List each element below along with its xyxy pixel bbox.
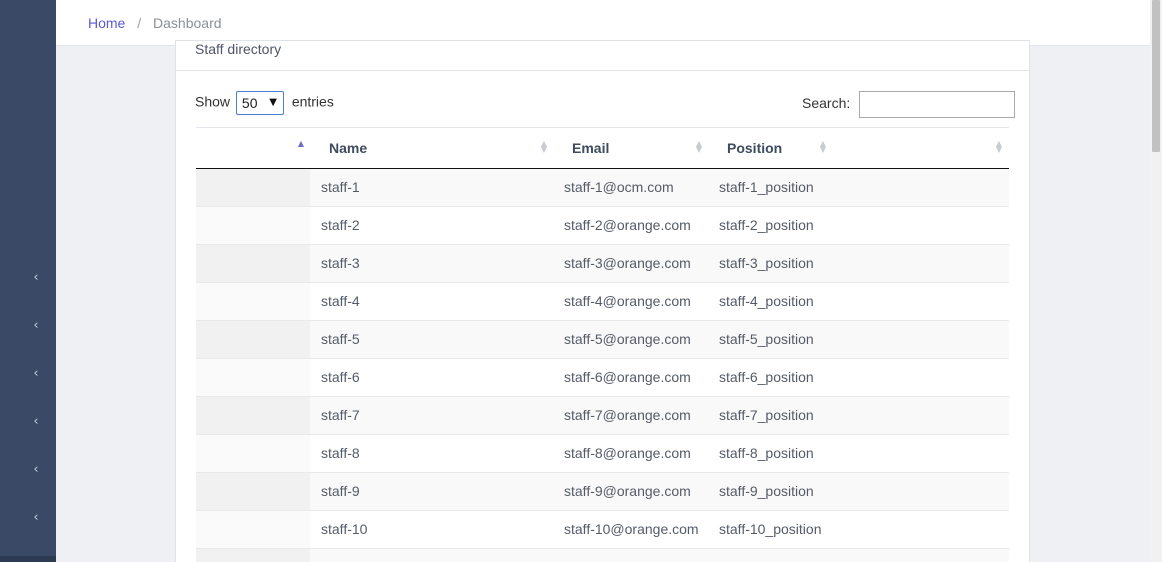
table-cell-name: staff-8 bbox=[321, 445, 360, 461]
table-cell-name: staff-10 bbox=[321, 521, 368, 537]
table-cell-email: staff-8@orange.com bbox=[564, 445, 691, 461]
page-scrollbar-thumb[interactable] bbox=[1152, 0, 1160, 152]
table-cell-name: staff-1 bbox=[321, 179, 360, 195]
table-row[interactable]: staff-8 staff-8@orange.com staff-8_positio… bbox=[196, 435, 1009, 473]
sort-both-icon[interactable]: ▲ ▼ bbox=[539, 140, 549, 155]
column-header-email[interactable]: Email bbox=[572, 128, 692, 169]
column-header-select[interactable] bbox=[196, 128, 310, 169]
table-cell-email: staff-4@orange.com bbox=[564, 293, 691, 309]
entries-label: entries bbox=[291, 93, 334, 110]
entries-select-value: 50 bbox=[241, 95, 258, 111]
sort-both-icon[interactable]: ▲ ▼ bbox=[994, 140, 1004, 155]
chevron-left-icon[interactable]: ‹ bbox=[30, 271, 42, 284]
table-row[interactable]: staff-10 staff-10@orange.com staff-10_posi… bbox=[196, 511, 1009, 549]
table-cell-position: staff-1_position bbox=[719, 179, 814, 195]
table-cell-email: staff-10@orange.com bbox=[564, 521, 699, 537]
search-input[interactable] bbox=[859, 91, 1016, 118]
entries-select[interactable]: 50 ▼ bbox=[235, 91, 284, 115]
column-header-name[interactable]: Name bbox=[329, 128, 549, 169]
table-cell-select bbox=[196, 511, 310, 548]
sort-both-icon[interactable]: ▲ ▼ bbox=[818, 140, 828, 155]
table-cell-position: staff-2_position bbox=[719, 217, 814, 233]
breadcrumb: Home / Dashboard bbox=[88, 15, 222, 31]
breadcrumb-home-link[interactable]: Home bbox=[88, 15, 125, 31]
table-cell-select bbox=[196, 245, 310, 282]
table-cell-position: staff-7_position bbox=[719, 407, 814, 423]
breadcrumb-current: Dashboard bbox=[153, 15, 222, 31]
search-control: Search: bbox=[802, 91, 1016, 118]
chevron-left-icon[interactable]: ‹ bbox=[30, 463, 42, 476]
table-cell-name: staff-2 bbox=[321, 217, 360, 233]
card-header: Staff directory bbox=[176, 41, 1029, 71]
chevron-left-icon[interactable]: ‹ bbox=[30, 415, 42, 428]
column-header-position[interactable]: Position bbox=[727, 128, 827, 169]
table-cell-name: staff-6 bbox=[321, 369, 360, 385]
table-row[interactable]: staff-9 staff-9@orange.com staff-9_positio… bbox=[196, 473, 1009, 511]
table-cell-select bbox=[196, 473, 310, 510]
table-row[interactable]: staff-6 staff-6@orange.com staff-6_positio… bbox=[196, 359, 1009, 397]
table-cell-name: staff-9 bbox=[321, 483, 360, 499]
table-row[interactable]: staff-2 staff-2@orange.com staff-2_positio… bbox=[196, 207, 1009, 245]
sidebar: ‹ ‹ ‹ ‹ ‹ ‹ bbox=[0, 0, 56, 562]
table-cell-email: staff-9@orange.com bbox=[564, 483, 691, 499]
table-row[interactable] bbox=[196, 549, 1009, 562]
search-label: Search: bbox=[802, 95, 851, 112]
chevron-left-icon[interactable]: ‹ bbox=[30, 511, 42, 524]
sort-both-icon[interactable]: ▲ ▼ bbox=[694, 140, 704, 155]
table-cell-select bbox=[196, 321, 310, 358]
card-title: Staff directory bbox=[195, 41, 282, 57]
table-cell-email: staff-7@orange.com bbox=[564, 407, 691, 423]
table-cell-select bbox=[196, 397, 310, 434]
sort-asc-icon[interactable]: ▲ bbox=[296, 140, 306, 155]
table-cell-name: staff-5 bbox=[321, 331, 360, 347]
table-cell-position: staff-4_position bbox=[719, 293, 814, 309]
table-cell-email: staff-3@orange.com bbox=[564, 255, 691, 271]
table-cell-select bbox=[196, 283, 310, 320]
table-header: ▲ Name ▲ ▼ Email ▲ ▼ Position ▲ ▼ ▲ ▼ bbox=[196, 127, 1009, 169]
entries-length-control: Show 50 ▼ entries bbox=[195, 91, 334, 115]
table-cell-email: staff-1@ocm.com bbox=[564, 179, 674, 195]
table-cell-email: staff-6@orange.com bbox=[564, 369, 691, 385]
table-cell-email: staff-2@orange.com bbox=[564, 217, 691, 233]
table-cell-position: staff-5_position bbox=[719, 331, 814, 347]
table-cell-position: staff-6_position bbox=[719, 369, 814, 385]
dropdown-caret-icon: ▼ bbox=[269, 97, 277, 108]
table-cell-name: staff-3 bbox=[321, 255, 360, 271]
table-row[interactable]: staff-7 staff-7@orange.com staff-7_positio… bbox=[196, 397, 1009, 435]
staff-directory-card: Staff directory Show 50 ▼ entries Search… bbox=[175, 40, 1030, 562]
table-cell-position: staff-3_position bbox=[719, 255, 814, 271]
chevron-left-icon[interactable]: ‹ bbox=[30, 319, 42, 332]
show-label: Show bbox=[195, 93, 231, 110]
table-cell-name: staff-7 bbox=[321, 407, 360, 423]
table-cell-select bbox=[196, 359, 310, 396]
table-cell-select bbox=[196, 207, 310, 244]
table-row[interactable]: staff-1 staff-1@ocm.com staff-1_position bbox=[196, 169, 1009, 207]
table-cell-position: staff-8_position bbox=[719, 445, 814, 461]
staff-table: ▲ Name ▲ ▼ Email ▲ ▼ Position ▲ ▼ ▲ ▼ staff-… bbox=[196, 127, 1009, 562]
chevron-left-icon[interactable]: ‹ bbox=[30, 367, 42, 380]
table-cell-position: staff-9_position bbox=[719, 483, 814, 499]
table-body: staff-1 staff-1@ocm.com staff-1_position st… bbox=[196, 169, 1009, 562]
table-row[interactable]: staff-3 staff-3@orange.com staff-3_positio… bbox=[196, 245, 1009, 283]
table-row[interactable]: staff-5 staff-5@orange.com staff-5_positio… bbox=[196, 321, 1009, 359]
table-cell-position: staff-10_position bbox=[719, 521, 822, 537]
table-cell-select bbox=[196, 549, 310, 562]
breadcrumb-separator: / bbox=[137, 15, 142, 31]
sidebar-footer bbox=[0, 556, 56, 562]
table-row[interactable]: staff-4 staff-4@orange.com staff-4_positio… bbox=[196, 283, 1009, 321]
table-cell-name: staff-4 bbox=[321, 293, 360, 309]
table-cell-select bbox=[196, 169, 310, 206]
table-cell-email: staff-5@orange.com bbox=[564, 331, 691, 347]
table-cell-select bbox=[196, 435, 310, 472]
